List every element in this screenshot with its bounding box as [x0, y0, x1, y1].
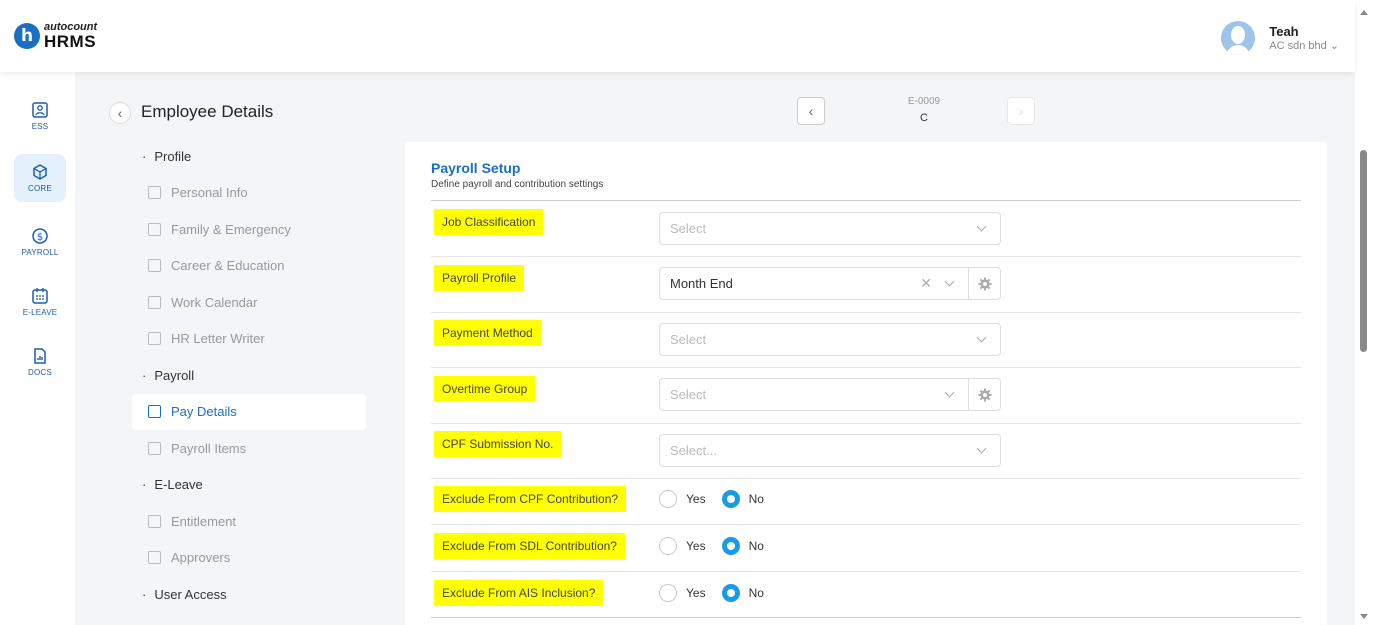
page-scrollbar[interactable] — [1355, 0, 1373, 625]
chevron-down-icon — [944, 387, 955, 398]
cpf-submission-label: CPF Submission No. — [434, 431, 562, 457]
payment-method-select[interactable]: Select — [659, 323, 1001, 356]
exclude-cpf-yes-radio[interactable] — [659, 490, 677, 508]
overtime-group-settings-button[interactable] — [968, 379, 1000, 410]
payroll-items-icon — [148, 441, 161, 455]
nav-item-career[interactable]: Career & Education — [132, 248, 366, 285]
chevron-down-icon — [944, 276, 955, 287]
previous-record-button[interactable]: ‹ — [797, 97, 825, 125]
chevron-down-icon — [976, 332, 987, 343]
payroll-profile-select[interactable]: Month End ✕ — [659, 267, 1001, 300]
rail-item-payroll[interactable]: $ PAYROLL — [14, 218, 66, 266]
chevron-left-icon: ‹ — [808, 103, 814, 119]
exclude-cpf-no-radio[interactable] — [721, 490, 740, 508]
card-subtitle: Define payroll and contribution settings — [431, 179, 604, 190]
scroll-down-arrow[interactable] — [1360, 614, 1368, 619]
exclude-cpf-radio-group: Yes No — [659, 490, 780, 508]
nav-item-hr-letter[interactable]: HR Letter Writer — [132, 321, 366, 358]
nav-section-user-access: · User Access — [142, 586, 227, 602]
rail-label-ess: ESS — [31, 122, 49, 131]
ess-icon — [32, 102, 48, 118]
payroll-profile-label: Payroll Profile — [434, 265, 525, 291]
docs-icon — [34, 348, 46, 364]
payroll-profile-settings-button[interactable] — [968, 268, 1000, 299]
rail-label-payroll: PAYROLL — [21, 248, 59, 257]
nav-section-payroll: · Payroll — [142, 367, 195, 383]
core-icon — [33, 164, 47, 180]
nav-item-approvers[interactable]: Approvers — [132, 540, 366, 577]
letter-icon — [148, 332, 161, 346]
nav-item-payroll-items[interactable]: Payroll Items — [132, 430, 366, 467]
rail-label-eleave: E-LEAVE — [22, 308, 58, 317]
page-title: Employee Details — [141, 102, 274, 121]
gear-icon — [978, 277, 991, 290]
exclude-sdl-radio-group: Yes No — [659, 537, 780, 555]
nav-section-profile: · Profile — [142, 148, 192, 164]
family-icon — [148, 222, 161, 236]
job-classification-label: Job Classification — [434, 209, 544, 235]
user-name: Teah — [1269, 24, 1299, 39]
chevron-down-icon — [976, 221, 987, 232]
employee-nav: · Profile Personal Info Family & Emergenc… — [132, 138, 372, 613]
entitlement-icon — [148, 514, 161, 528]
exclude-ais-label: Exclude From AIS Inclusion? — [434, 580, 604, 606]
bank-icon — [148, 405, 161, 419]
overtime-group-label: Overtime Group — [434, 376, 536, 402]
payment-method-label: Payment Method — [434, 320, 541, 346]
rail-item-eleave[interactable]: E-LEAVE — [14, 278, 66, 326]
rail-label-core: CORE — [28, 184, 52, 193]
exclude-ais-yes-radio[interactable] — [659, 584, 677, 602]
rail-item-ess[interactable]: ESS — [14, 92, 66, 140]
chevron-down-icon[interactable]: ⌄ — [1330, 40, 1339, 52]
nav-item-family[interactable]: Family & Emergency — [132, 211, 366, 248]
product-text: HRMS — [44, 32, 97, 51]
rail-item-core[interactable]: CORE — [14, 154, 66, 202]
clear-icon[interactable]: ✕ — [920, 275, 932, 292]
rail-item-docs[interactable]: DOCS — [14, 338, 66, 386]
nav-item-personal-info[interactable]: Personal Info — [132, 175, 366, 212]
exclude-sdl-yes-radio[interactable] — [659, 537, 677, 555]
rail-label-docs: DOCS — [28, 368, 52, 377]
scroll-thumb[interactable] — [1360, 150, 1367, 352]
cpf-submission-select[interactable]: Select... — [659, 434, 1001, 467]
briefcase-icon — [148, 259, 161, 273]
company-name: AC sdn bhd — [1269, 40, 1327, 52]
calendar-icon — [148, 295, 161, 309]
approvers-icon — [148, 551, 161, 565]
exclude-sdl-no-radio[interactable] — [721, 537, 740, 555]
module-rail: ESS CORE $ PAYROLL E-LEAVE DOCS — [0, 72, 75, 625]
record-id: E-0009 — [907, 96, 941, 107]
exclude-sdl-label: Exclude From SDL Contribution? — [434, 533, 625, 559]
nav-item-entitlement[interactable]: Entitlement — [132, 503, 366, 540]
back-button[interactable]: ‹ — [109, 102, 131, 124]
divider — [431, 200, 1301, 201]
next-record-button[interactable]: › — [1007, 97, 1035, 125]
calendar-icon — [32, 288, 48, 304]
exclude-cpf-label: Exclude From CPF Contribution? — [434, 486, 627, 512]
exclude-ais-no-radio[interactable] — [721, 584, 740, 602]
job-classification-select[interactable]: Select — [659, 212, 1001, 245]
avatar[interactable] — [1221, 21, 1256, 55]
nav-item-pay-details[interactable]: Pay Details — [132, 393, 366, 430]
gear-icon — [978, 388, 991, 401]
svg-text:$: $ — [37, 232, 43, 243]
logo-mark: h — [14, 23, 40, 49]
chevron-right-icon: › — [1018, 103, 1024, 119]
card-title: Payroll Setup — [431, 160, 521, 176]
top-bar: h autocount HRMS Teah AC sdn bhd ⌄ — [0, 0, 1355, 72]
record-name: C — [920, 112, 928, 124]
user-menu[interactable]: Teah AC sdn bhd ⌄ — [1221, 21, 1339, 55]
exclude-ais-radio-group: Yes No — [659, 584, 780, 602]
scroll-up-arrow[interactable] — [1360, 10, 1368, 15]
payroll-icon: $ — [32, 228, 48, 244]
overtime-group-select[interactable]: Select — [659, 378, 1001, 411]
nav-section-eleave: · E-Leave — [142, 477, 203, 493]
payroll-setup-card: Payroll Setup Define payroll and contrib… — [405, 142, 1327, 625]
chevron-left-icon: ‹ — [117, 105, 123, 121]
id-card-icon — [148, 186, 161, 200]
app-logo[interactable]: h autocount HRMS — [14, 22, 97, 50]
nav-item-work-calendar[interactable]: Work Calendar — [132, 284, 366, 321]
chevron-down-icon — [976, 443, 987, 454]
